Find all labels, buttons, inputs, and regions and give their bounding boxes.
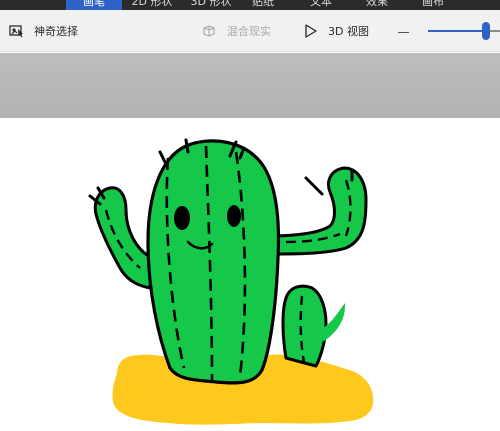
mixed-reality-label: 混合现实 <box>227 25 271 38</box>
tab-effects[interactable]: 效果 <box>354 0 400 10</box>
drawing-canvas[interactable] <box>0 118 500 431</box>
magic-select-button[interactable]: 神奇选择 <box>9 10 78 52</box>
mixed-reality-button[interactable]: 混合现实 <box>202 10 271 52</box>
zoom-slider-thumb[interactable] <box>481 22 490 40</box>
cactus-left-eye <box>174 206 190 230</box>
3d-view-label: 3D 视图 <box>328 25 369 38</box>
zoom-out-icon[interactable] <box>398 32 409 33</box>
magic-select-icon <box>9 23 25 39</box>
cactus-left-arm <box>93 186 154 290</box>
3d-view-button[interactable]: 3D 视图 <box>303 10 369 52</box>
tab-text[interactable]: 文本 <box>298 0 344 10</box>
workspace-background <box>0 53 500 118</box>
command-bar: 神奇选择 混合现实 3D 视图 <box>0 10 500 52</box>
zoom-slider-fill <box>428 30 486 32</box>
tab-3d-shapes[interactable]: 3D 形状 <box>182 0 240 10</box>
cactus-right-eye <box>227 205 241 227</box>
tab-2d-shapes[interactable]: 2D 形状 <box>122 0 182 10</box>
tab-brushes[interactable]: 画笔 <box>66 0 122 10</box>
tab-canvas[interactable]: 画布 <box>410 0 456 10</box>
cactus-drawing <box>88 138 374 425</box>
mixed-reality-icon <box>202 23 218 39</box>
magic-select-label: 神奇选择 <box>34 25 78 38</box>
zoom-slider[interactable] <box>428 20 500 42</box>
tab-stickers[interactable]: 贴纸 <box>240 0 286 10</box>
ribbon-tab-strip: 画笔 2D 形状 3D 形状 贴纸 文本 效果 画布 <box>0 0 500 10</box>
3d-view-icon <box>303 23 319 39</box>
small-cactus <box>281 284 328 368</box>
